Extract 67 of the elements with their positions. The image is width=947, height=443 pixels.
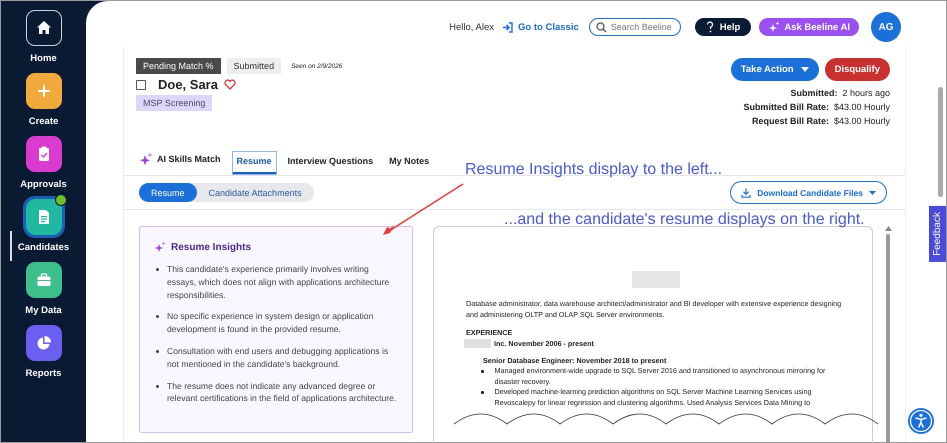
bullet-icon xyxy=(156,268,159,271)
tab[interactable]: AI Skills Match xyxy=(134,147,226,175)
detail-label: Submitted: xyxy=(790,88,838,98)
sparkle-icon xyxy=(139,152,153,166)
scroll-up-icon xyxy=(884,226,892,231)
sidebar-item[interactable]: Approvals xyxy=(8,136,78,190)
selection-indicator xyxy=(10,231,12,261)
annotation-text: Resume Insights display to the left... xyxy=(465,161,722,179)
tab[interactable]: My Notes xyxy=(384,151,434,175)
search-icon xyxy=(596,22,607,33)
bullet-icon xyxy=(156,315,159,318)
segment-tab[interactable]: Candidate Attachments xyxy=(196,183,314,202)
bullet-icon xyxy=(156,350,159,353)
scroll-thumb[interactable] xyxy=(886,234,890,443)
tab[interactable]: Resume xyxy=(232,151,277,175)
greeting-text: Hello, Alex xyxy=(449,22,494,32)
heart-icon[interactable] xyxy=(224,79,236,90)
redacted-block xyxy=(632,271,680,288)
sidebar-item[interactable]: Candidates xyxy=(8,199,78,253)
sidebar-item[interactable]: Home xyxy=(8,10,78,64)
accessibility-icon xyxy=(907,407,935,435)
caret-icon xyxy=(800,67,809,72)
detail-value: $43.00 Hourly xyxy=(834,116,890,126)
status-tag: Pending Match % xyxy=(136,58,221,74)
scrollbar[interactable] xyxy=(883,226,893,443)
bullet-icon xyxy=(481,370,484,372)
download-button[interactable]: Download Candidate Files xyxy=(730,181,887,204)
disqualify-button[interactable]: Disqualify xyxy=(824,58,890,81)
annotation-text: ...and the candidate's resume displays on the right. xyxy=(504,211,865,229)
insight-text: The resume does not indicate any advanced degree or relevant certifications in the field of applications architecture. xyxy=(167,380,398,406)
sparkle-icon xyxy=(768,21,780,33)
user-avatar[interactable]: AG xyxy=(871,12,901,42)
sparkle-icon xyxy=(154,241,166,253)
insight-text: No specific experience in system design or application development is found in the provided resume. xyxy=(167,310,374,336)
question-icon xyxy=(706,21,714,33)
help-button[interactable]: Help xyxy=(694,18,752,36)
detail-value: 2 hours ago xyxy=(842,88,890,98)
insight-text: This candidate's experience primarily involves writing essays, which does not align with applications architecture responsibilities. xyxy=(167,263,390,302)
status-tag: Submitted xyxy=(226,58,282,74)
search-field[interactable]: Search Beeline xyxy=(588,18,681,36)
home-icon xyxy=(34,19,52,37)
tab[interactable]: Interview Questions xyxy=(282,151,378,175)
sidebar-item[interactable]: Create xyxy=(8,73,78,127)
classic-link[interactable]: Go to Classic xyxy=(502,22,579,32)
ask-ai-button[interactable]: Ask Beeline AI xyxy=(759,18,859,36)
segment-tab[interactable]: Resume xyxy=(139,183,197,202)
detail-label: Request Bill Rate: xyxy=(752,116,829,126)
sidebar-item[interactable]: Reports xyxy=(8,325,78,379)
briefcase-icon xyxy=(34,271,52,289)
insights-title: Resume Insights xyxy=(171,242,252,252)
bullet-icon xyxy=(481,391,484,394)
scroll-thumb[interactable] xyxy=(938,87,943,197)
detail-label: Submitted Bill Rate: xyxy=(743,102,829,112)
sign-in-icon xyxy=(502,22,514,32)
screening-tag: MSP Screening xyxy=(136,95,212,111)
bullet-icon xyxy=(156,384,159,388)
pie-chart-icon xyxy=(34,334,52,352)
detail-value: $43.00 Hourly xyxy=(834,102,890,112)
caret-icon xyxy=(869,190,876,194)
insight-text: Consultation with end users and debugging applications is not mentioned in the candidate's background. xyxy=(167,344,390,371)
take-action-button[interactable]: Take Action xyxy=(730,58,819,81)
sidebar-item[interactable]: My Data xyxy=(8,262,78,316)
download-icon xyxy=(741,188,752,198)
feedback-tab[interactable]: Feedback xyxy=(929,206,946,262)
select-checkbox[interactable] xyxy=(136,80,146,90)
candidate-name: Doe, Sara xyxy=(158,77,218,92)
redacted-block xyxy=(464,339,491,348)
